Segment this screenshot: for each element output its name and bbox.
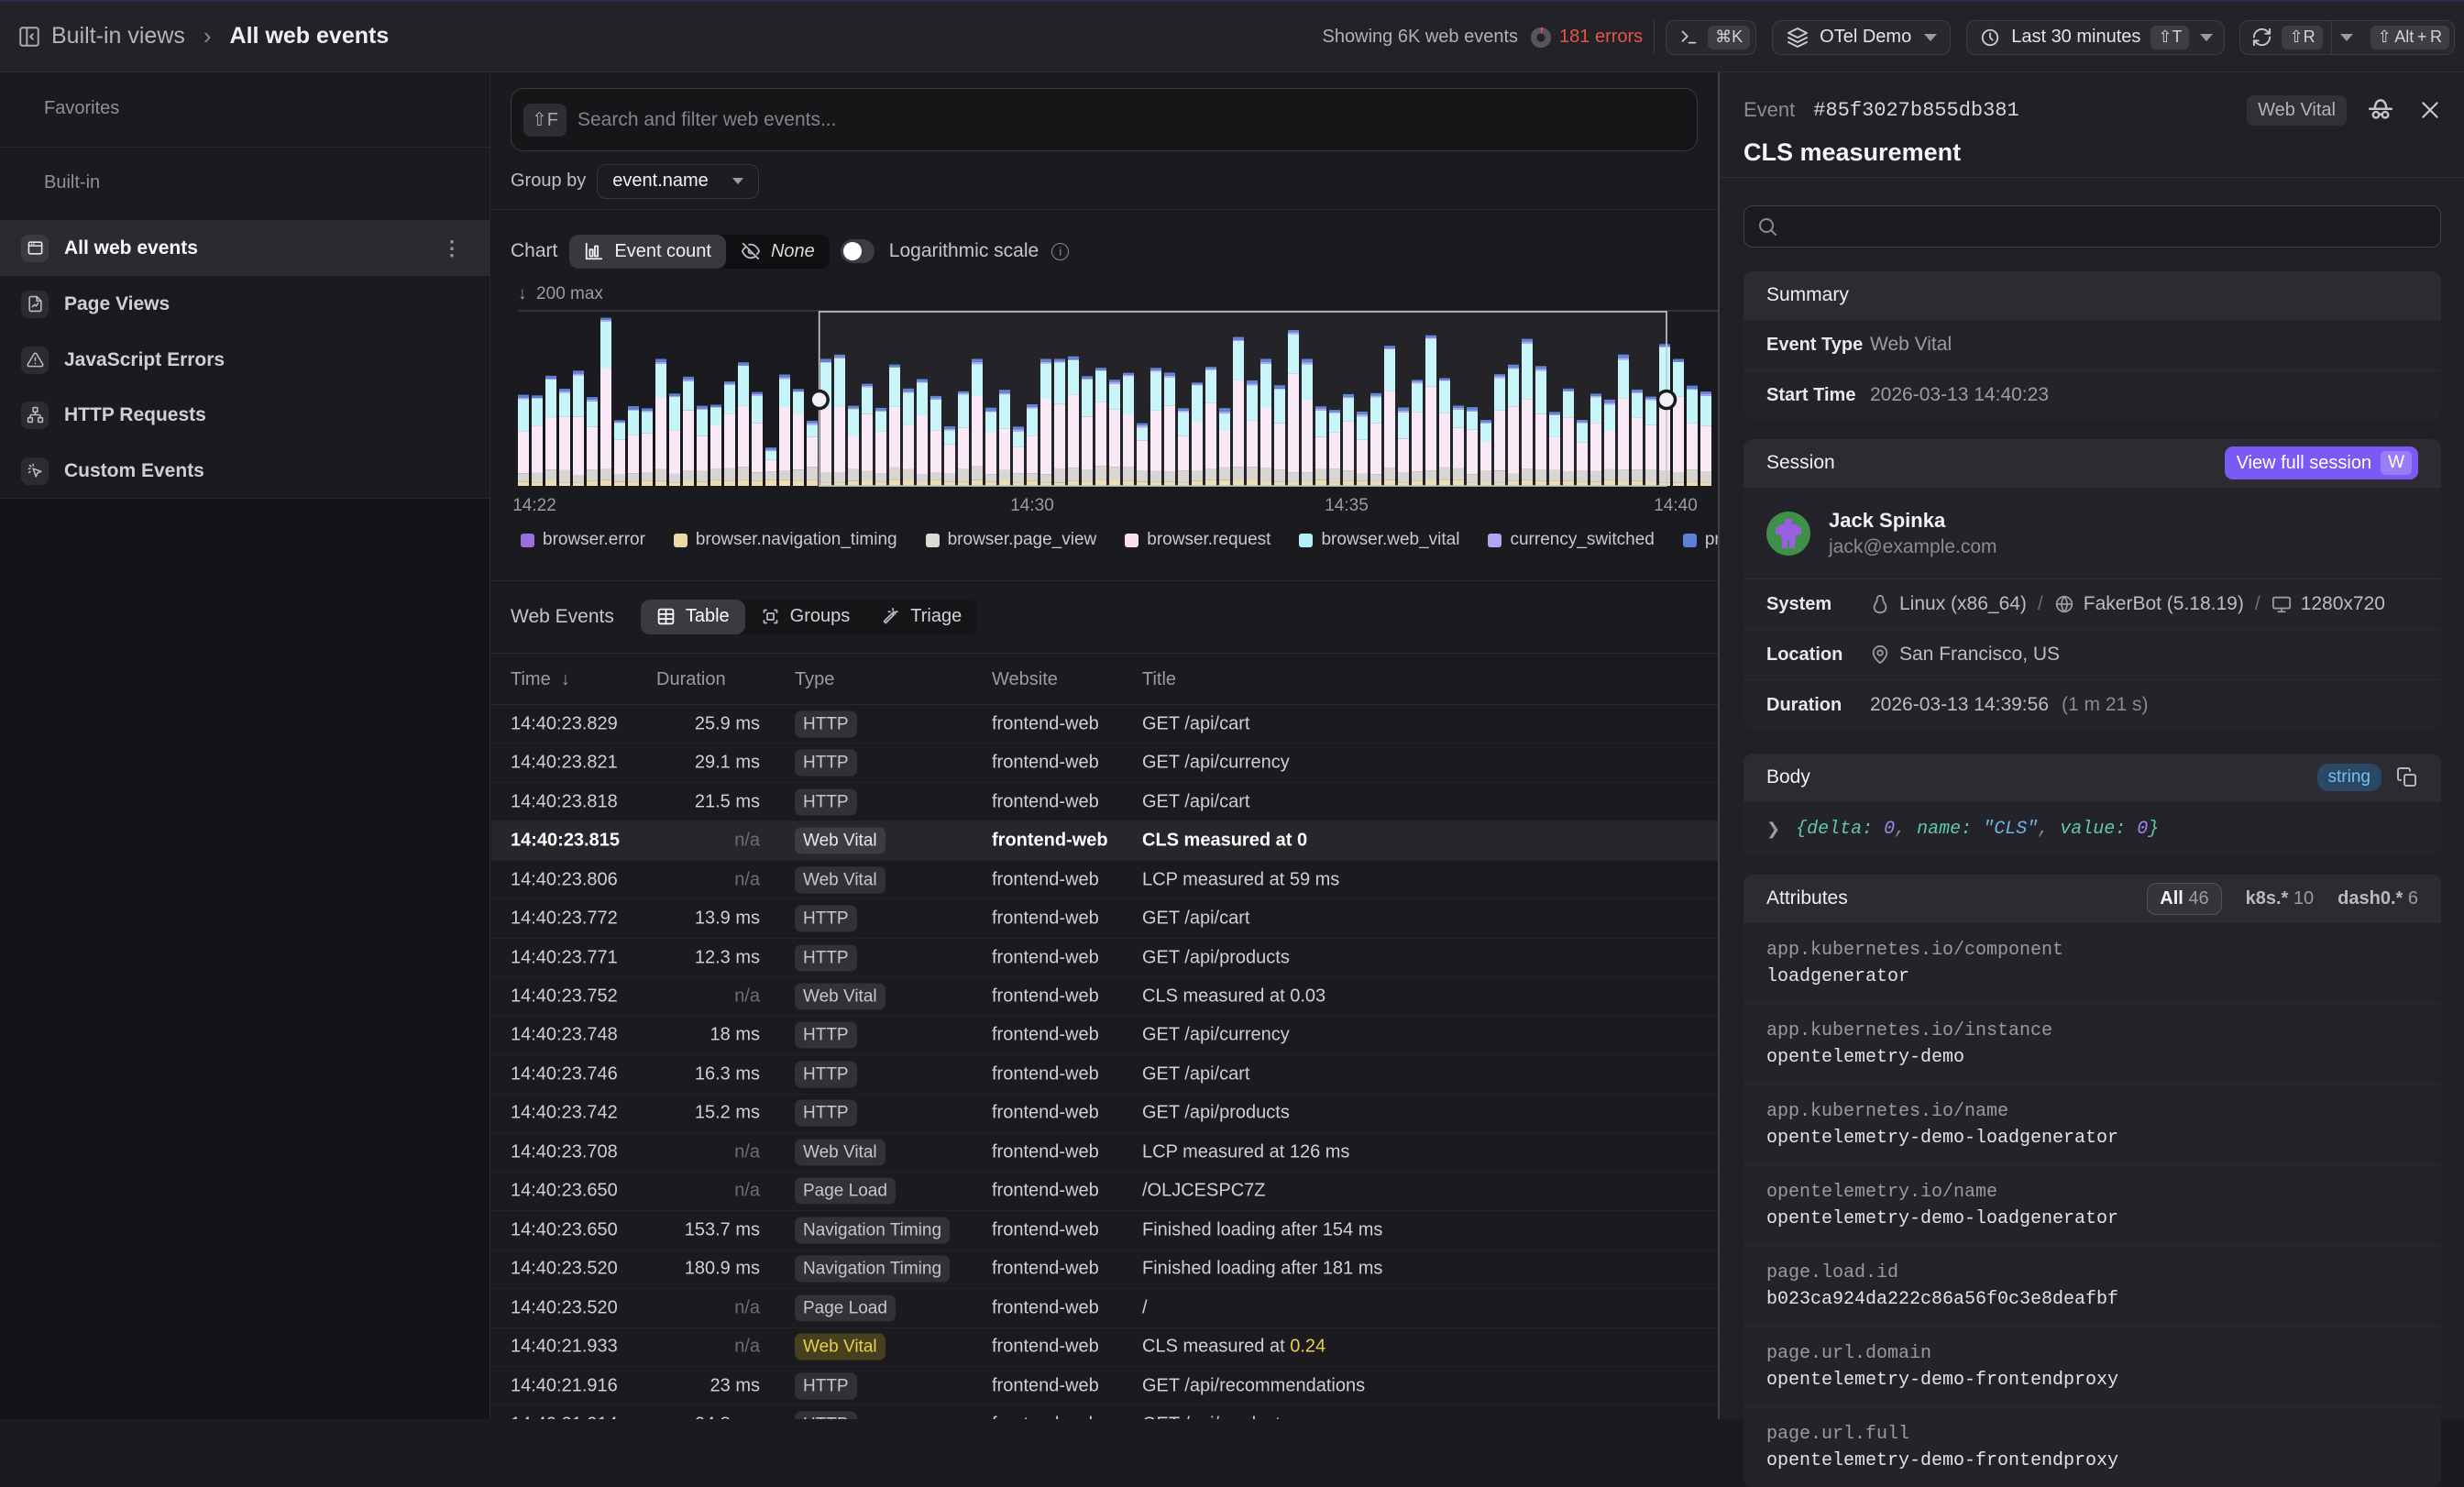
svg-text:14:35: 14:35 (1325, 496, 1369, 515)
svg-text:14:30: 14:30 (1010, 496, 1054, 515)
svg-text:14:40: 14:40 (1654, 496, 1698, 515)
svg-text:14:22: 14:22 (512, 496, 556, 515)
svg-text:↓ 200 max: ↓ 200 max (518, 284, 603, 303)
